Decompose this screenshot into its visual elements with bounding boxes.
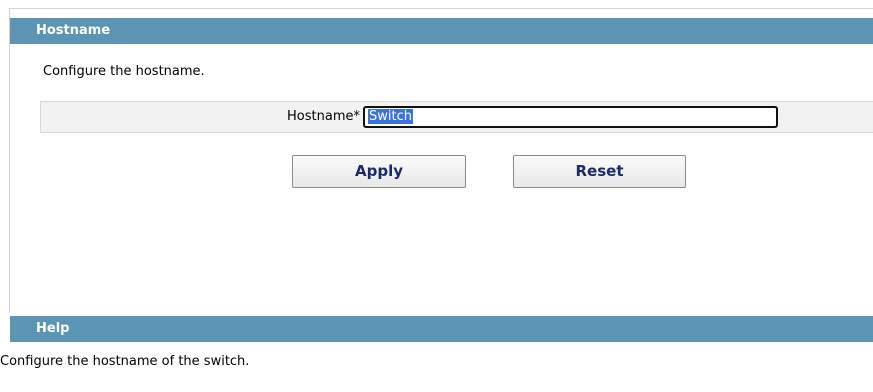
hostname-description: Configure the hostname.	[43, 64, 205, 79]
hostname-form-row: Hostname* Switch	[40, 101, 873, 133]
hostname-input-value: Switch	[368, 109, 413, 124]
help-section-header: Help	[10, 316, 873, 342]
hostname-section-header: Hostname	[10, 18, 873, 44]
panel-top-border	[10, 8, 873, 9]
help-text: Configure the hostname of the switch.	[0, 354, 250, 369]
hostname-config-page: Hostname Configure the hostname. Hostnam…	[0, 0, 873, 392]
apply-button[interactable]: Apply	[292, 155, 466, 188]
reset-button[interactable]: Reset	[513, 155, 686, 188]
hostname-field-label: Hostname*	[287, 109, 360, 124]
hostname-input[interactable]: Switch	[363, 106, 778, 128]
panel-left-border	[9, 8, 10, 313]
